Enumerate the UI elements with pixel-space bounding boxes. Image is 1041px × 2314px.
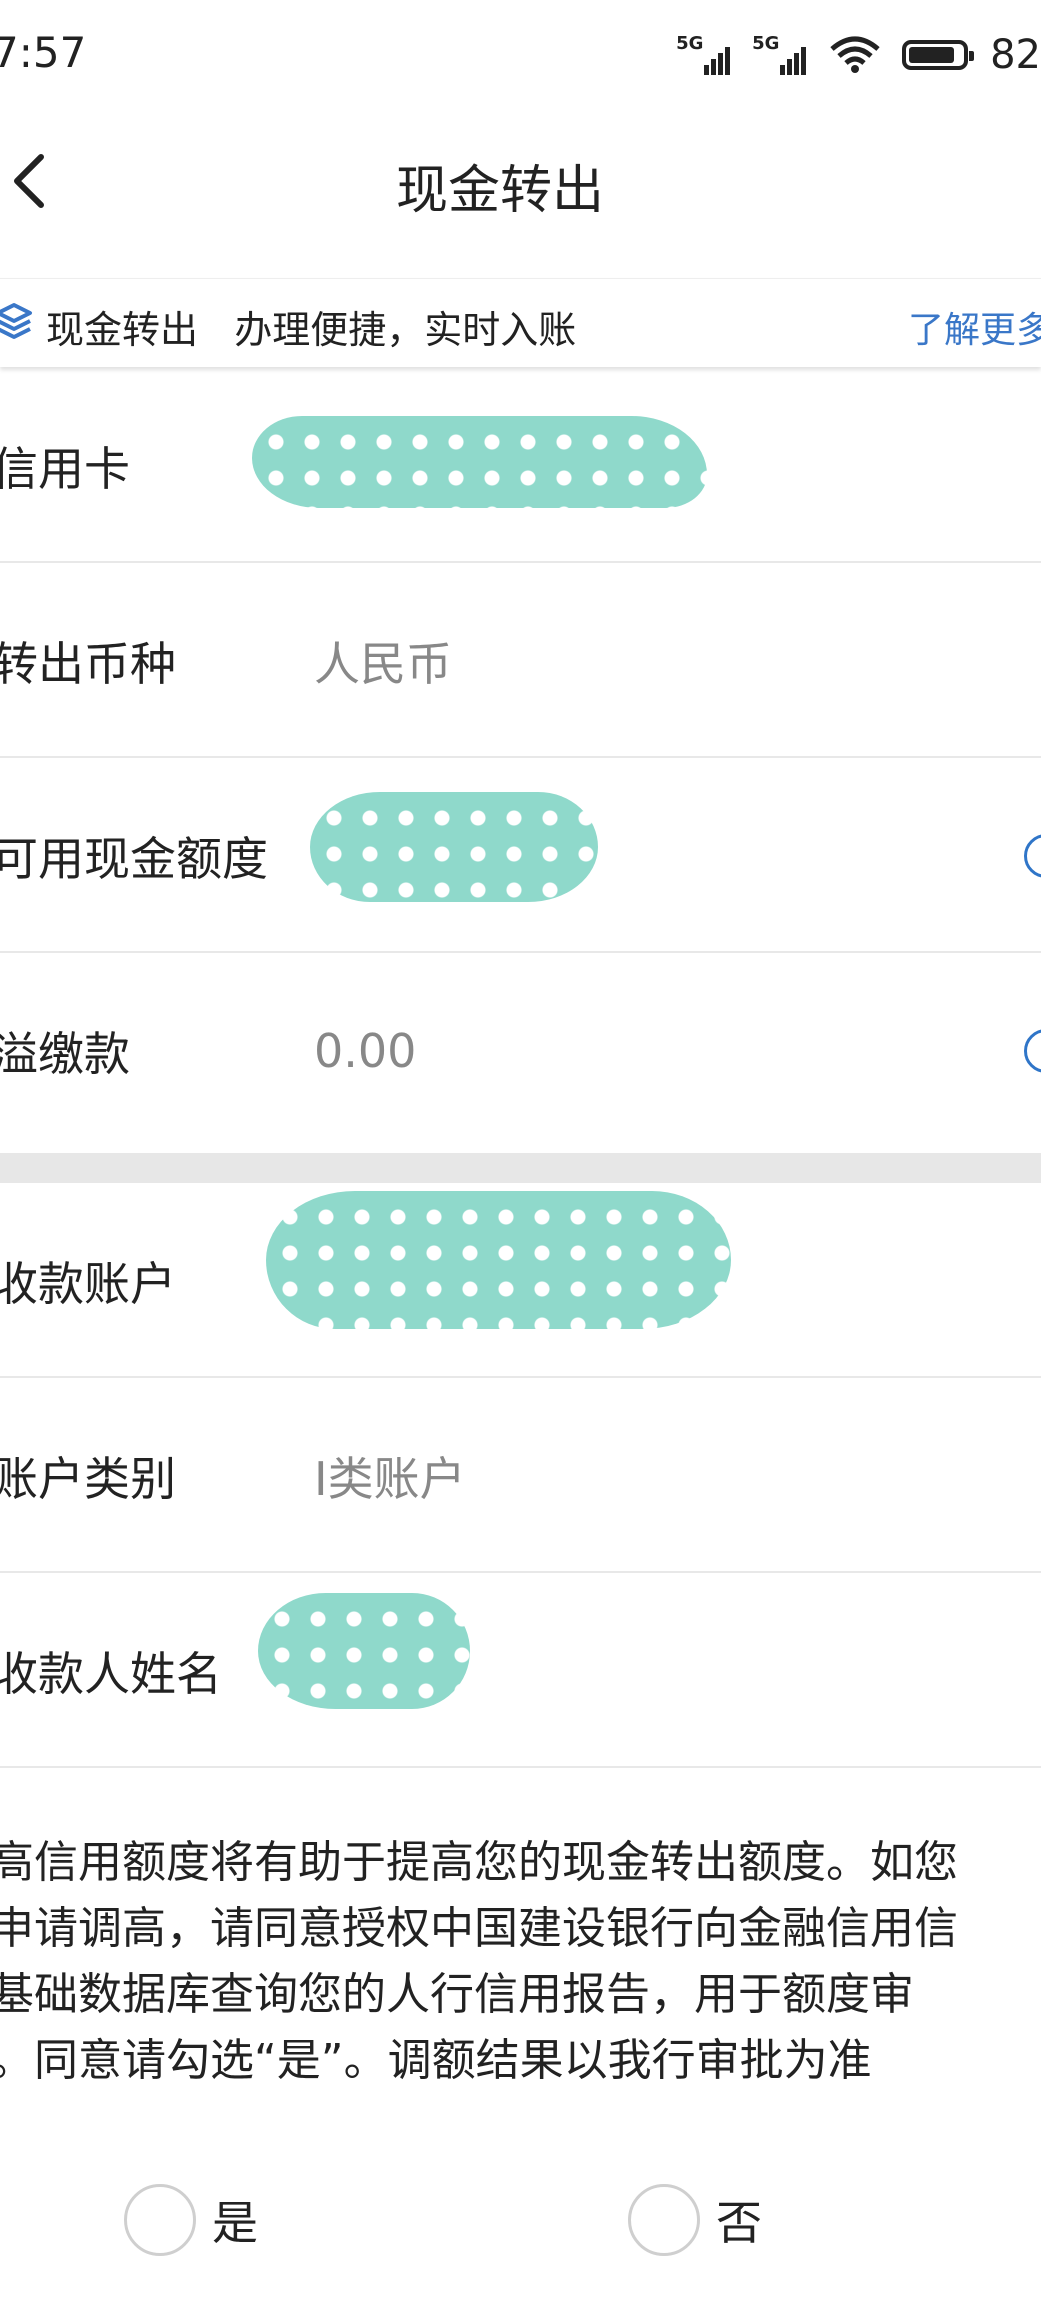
overpayment-row: 溢缴款 0.00 [0,953,1041,1148]
available-cash-limit-row: 可用现金额度 [0,758,1041,953]
battery-level: 82 [990,32,1041,78]
consent-yes-option[interactable]: 是 [124,2182,258,2258]
battery-icon [902,40,975,70]
account-type-value: I类账户 [314,1451,466,1506]
notice-line: 申请调高，请同意授权中国建设银行向金融信用信 [0,1903,958,1954]
redacted-payee-name [258,1593,470,1709]
row-label: 信用卡 [0,441,130,496]
consent-no-option[interactable]: 否 [628,2182,762,2258]
row-label: 账户类别 [0,1451,176,1506]
info-icon[interactable] [1024,834,1041,878]
row-label: 收款账户 [0,1256,176,1311]
row-label: 收款人姓名 [0,1646,222,1701]
signal-icon: 5G [676,33,738,75]
notice-line: 。同意请勾选“是”。调额结果以我行审批为准 [0,2035,872,2086]
layers-icon [0,303,32,339]
radio-button[interactable] [628,2184,700,2256]
radio-label: 是 [212,2196,258,2250]
learn-more-link[interactable]: 了解更多 [908,301,1041,353]
row-label: 可用现金额度 [0,831,268,886]
redacted-card-number [252,416,707,508]
overpayment-value: 0.00 [314,1023,417,1078]
network-type-label: 5G [752,33,780,54]
radio-label: 否 [716,2196,762,2250]
signal-icon: 5G [752,33,814,75]
notice-line: 基础数据库查询您的人行信用报告，用于额度审 [0,1969,914,2020]
radio-button[interactable] [124,2184,196,2256]
info-banner: 现金转出 办理便捷，实时入账 了解更多 [0,278,1041,367]
receiving-account-row[interactable]: 收款账户 [0,1183,1041,1378]
nav-bar: 现金转出 [0,118,1041,278]
wifi-icon [830,36,880,73]
account-type-row: 账户类别 I类账户 [0,1378,1041,1573]
payee-name-row: 收款人姓名 [0,1573,1041,1768]
status-icons: 5G 5G 82 [676,30,1041,80]
status-bar: 7:57 5G 5G 82 [0,0,1041,118]
credit-card-row[interactable]: 信用卡 [0,368,1041,563]
banner-text: 现金转出 办理便捷，实时入账 [46,308,577,352]
row-label: 转出币种 [0,636,176,691]
notice-line: 高信用额度将有助于提高您的现金转出额度。如您 [0,1837,958,1888]
info-icon[interactable] [1024,1029,1041,1073]
redacted-cash-limit [310,792,598,902]
credit-check-notice: 高信用额度将有助于提高您的现金转出额度。如您 申请调高，请同意授权中国建设银行向… [0,1830,1041,2094]
network-type-label: 5G [676,33,704,54]
redacted-account-number [266,1191,731,1329]
currency-value: 人民币 [314,636,452,691]
section-separator [0,1153,1041,1183]
currency-row: 转出币种 人民币 [0,563,1041,758]
row-label: 溢缴款 [0,1026,130,1081]
status-time: 7:57 [0,28,87,77]
page-title: 现金转出 [395,161,604,221]
